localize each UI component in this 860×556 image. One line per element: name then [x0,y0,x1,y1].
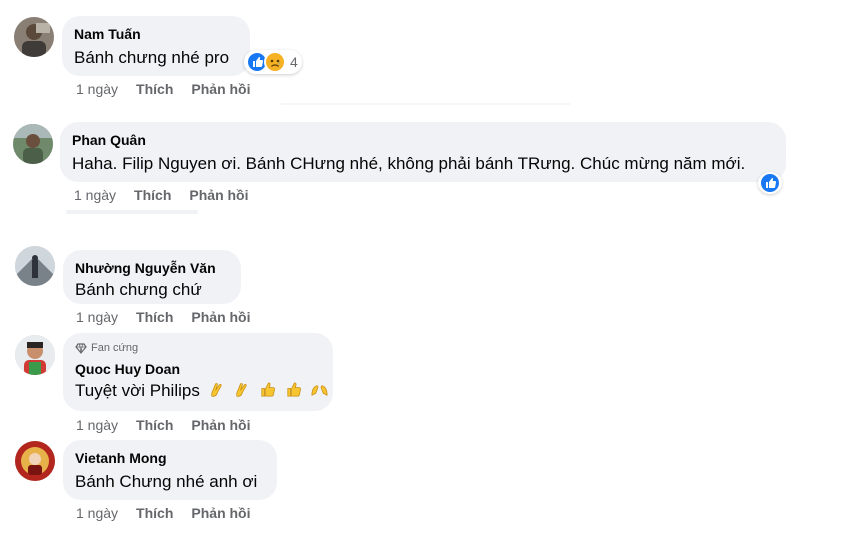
comment-time[interactable]: 1 ngày [76,81,118,98]
comment-time[interactable]: 1 ngày [76,505,118,522]
like-icon [759,172,781,194]
comment-author[interactable]: Quoc Huy Doan [75,361,321,378]
like-button[interactable]: Thích [136,309,173,326]
reactions-summary[interactable]: 4 [244,50,302,74]
comment-bubble: Phan Quân Haha. Filip Nguyen ơi. Bánh CH… [60,122,786,182]
comment-text: Tuyệt vời Philips [75,380,327,402]
divider [66,210,198,214]
comment-time[interactable]: 1 ngày [76,309,118,326]
reply-button[interactable]: Phản hồi [189,187,248,204]
like-button[interactable]: Thích [134,187,171,204]
reply-button[interactable]: Phản hồi [191,417,250,434]
comment-author[interactable]: Vietanh Mong [75,450,265,467]
like-button[interactable]: Thích [136,505,173,522]
comment-text-body: Tuyệt vời Philips [75,381,200,400]
comment-actions: 1 ngày Thích Phản hồi [76,505,269,522]
fan-badge[interactable]: Fan cứng [75,341,321,355]
diamond-icon [75,343,87,354]
avatar[interactable] [15,335,55,375]
clapping-hands-icon [210,383,222,397]
thumbs-up-icon [287,382,301,397]
sad-icon [264,51,286,73]
raising-hands-icon [311,385,327,396]
comment-author[interactable]: Phan Quân [72,132,774,149]
avatar[interactable] [14,17,54,57]
reaction-count: 4 [290,54,298,70]
thumbs-up-icon [261,382,275,397]
reactions-summary[interactable] [758,172,782,194]
comment-actions: 1 ngày Thích Phản hồi [76,81,269,98]
comment-author[interactable]: Nam Tuấn [74,26,238,43]
comment-bubble: Nam Tuấn Bánh chưng nhé pro [62,16,250,76]
comment-time[interactable]: 1 ngày [74,187,116,204]
like-button[interactable]: Thích [136,81,173,98]
comment-text: Bánh chưng chứ [75,280,202,299]
comment-bubble: Vietanh Mong Bánh Chưng nhé anh ơi [63,440,277,500]
divider [280,103,570,105]
comment-text: Haha. Filip Nguyen ơi. Bánh CHưng nhé, k… [72,154,746,173]
comment-text: Bánh Chưng nhé anh ơi [75,472,258,491]
comment-time[interactable]: 1 ngày [76,417,118,434]
comment-actions: 1 ngày Thích Phản hồi [76,309,269,326]
badge-label: Fan cứng [91,342,139,354]
reply-button[interactable]: Phản hồi [191,505,250,522]
comment-bubble: Fan cứng Quoc Huy Doan Tuyệt vời Philips [63,333,333,411]
reply-button[interactable]: Phản hồi [191,309,250,326]
like-button[interactable]: Thích [136,417,173,434]
comment-author[interactable]: Nhường Nguyễn Văn [75,260,229,277]
avatar[interactable] [15,246,55,286]
avatar[interactable] [15,441,55,481]
avatar[interactable] [13,124,53,164]
clapping-hands-icon [236,383,247,397]
comment-text: Bánh chưng nhé pro [74,48,230,67]
comment-bubble: Nhường Nguyễn Văn Bánh chưng chứ [63,250,241,304]
comment-actions: 1 ngày Thích Phản hồi [76,417,269,434]
reply-button[interactable]: Phản hồi [191,81,250,98]
comment-actions: 1 ngày Thích Phản hồi [74,187,267,204]
